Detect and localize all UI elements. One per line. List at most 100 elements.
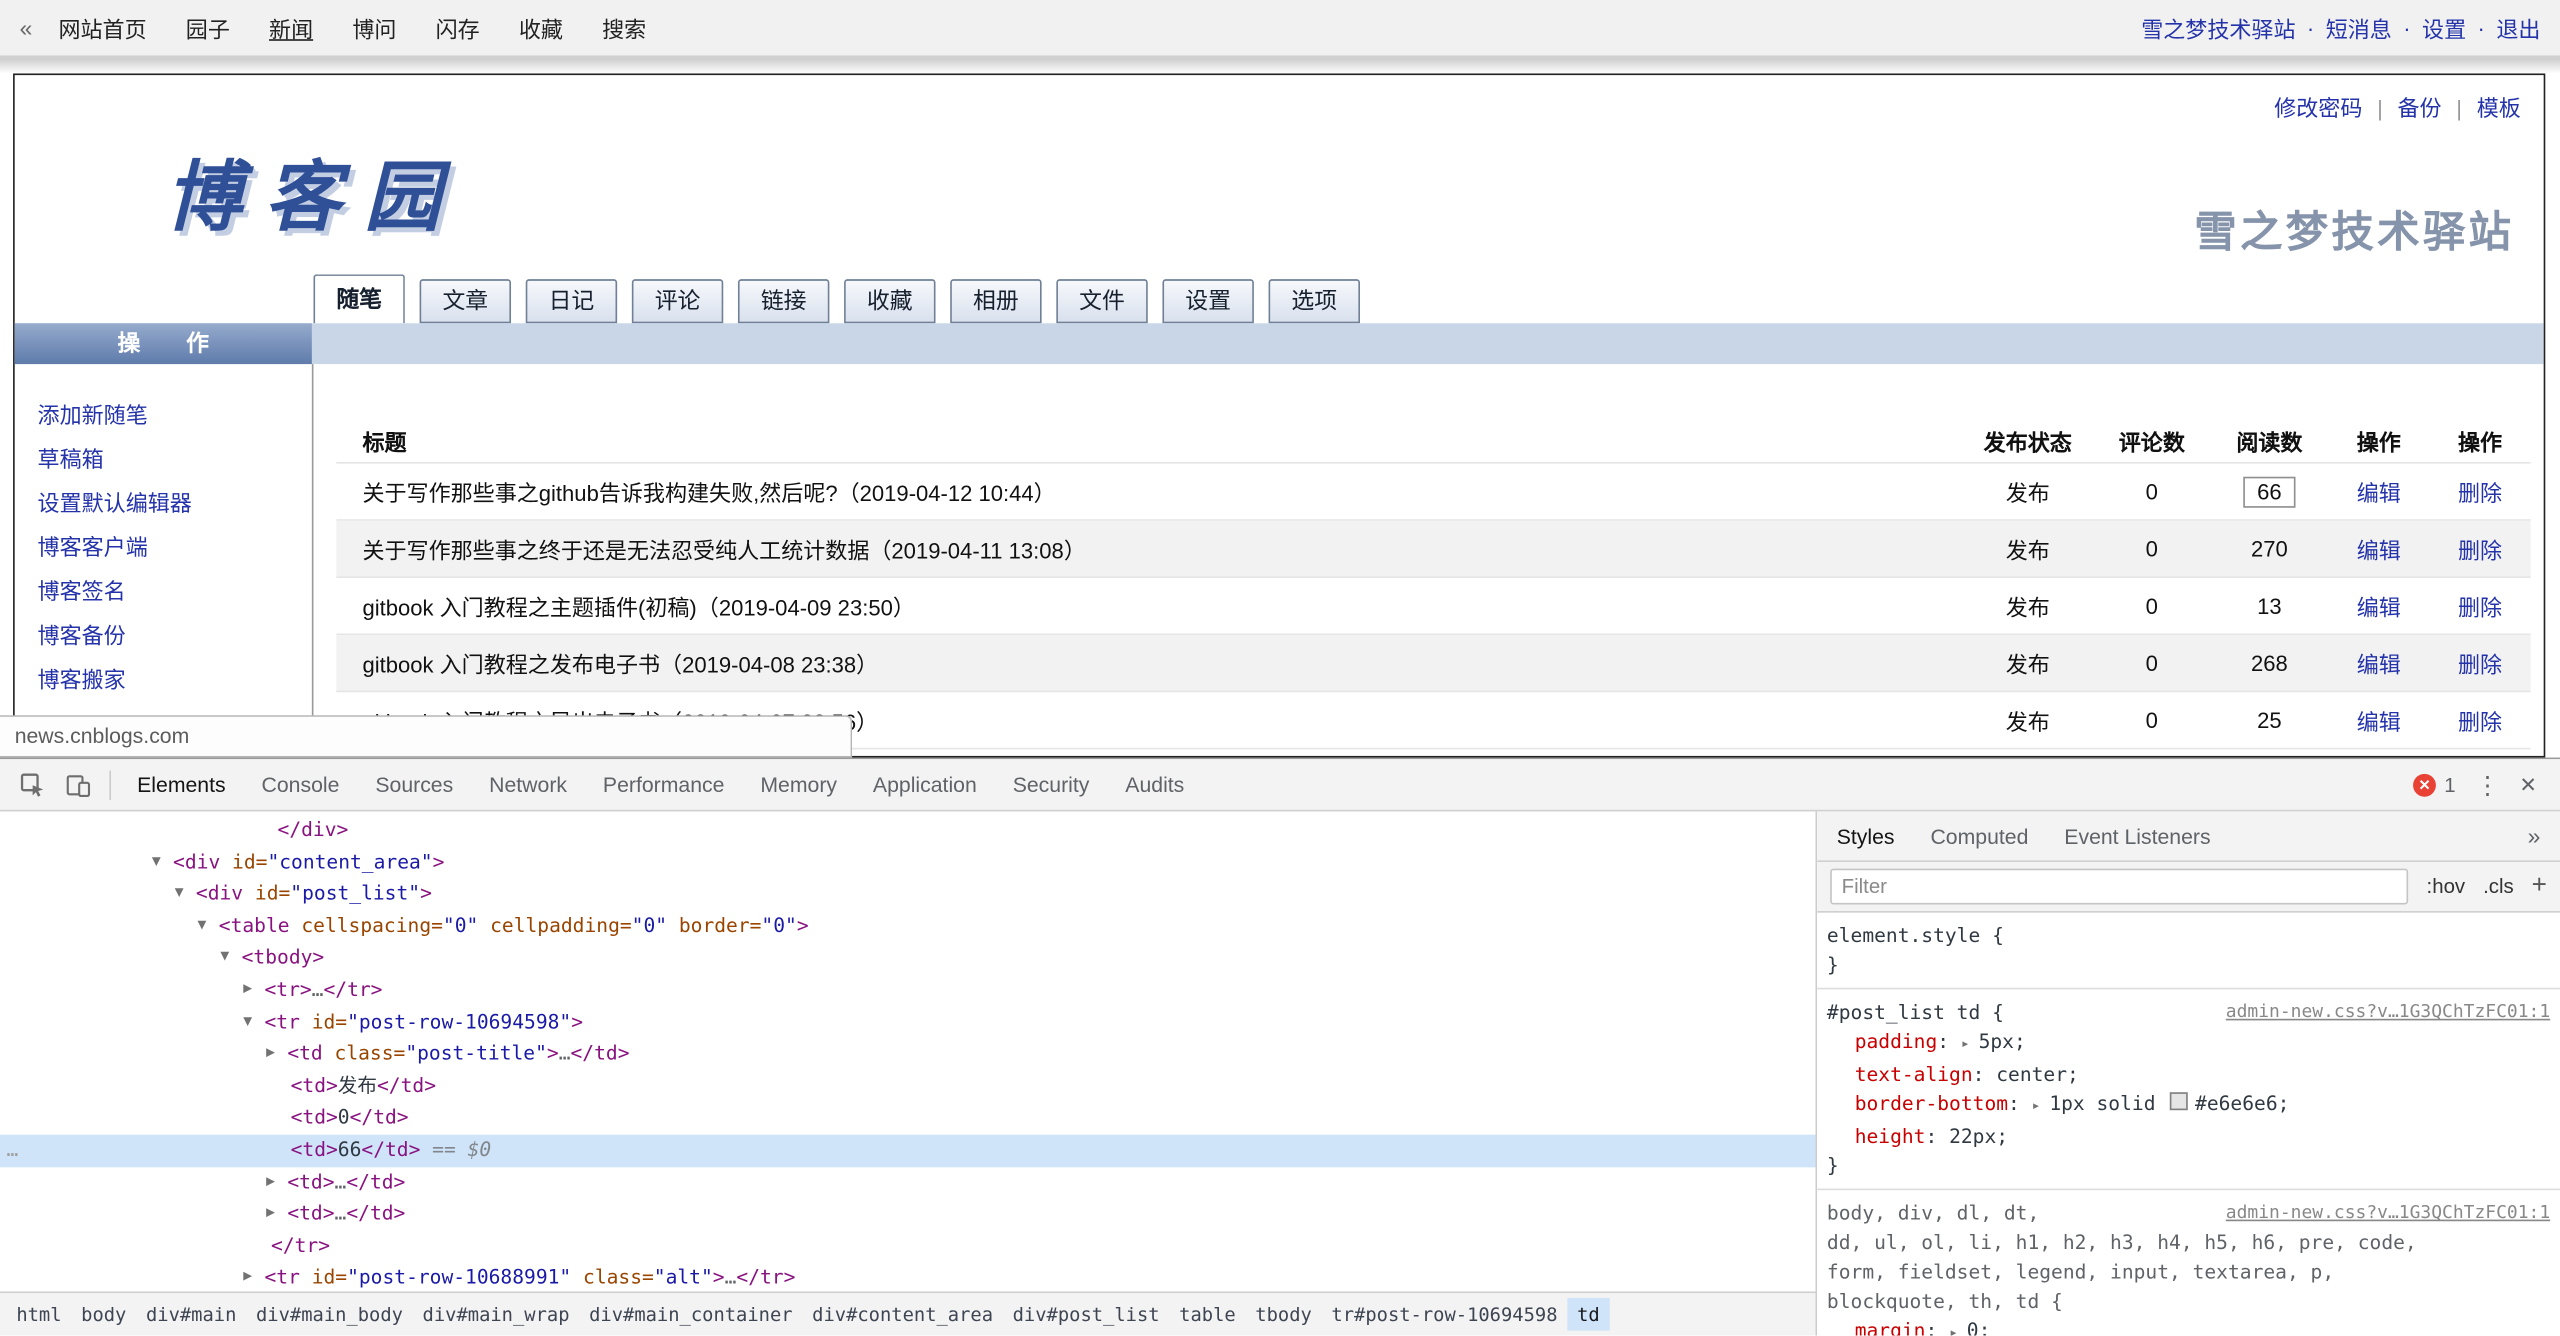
rule-selector[interactable]: #post_list td { bbox=[1827, 1001, 2004, 1024]
edit-link[interactable]: 编辑 bbox=[2357, 539, 2401, 563]
topbar-link[interactable]: 博问 bbox=[352, 11, 396, 44]
dom-tree-node[interactable]: ▶<td class="post-title">…</td> bbox=[0, 1039, 1816, 1071]
topbar-link[interactable]: 搜索 bbox=[602, 11, 646, 44]
delete-link[interactable]: 删除 bbox=[2458, 653, 2502, 677]
sidebar-item[interactable]: 博客备份 bbox=[38, 614, 192, 658]
devtools-tab-network[interactable]: Network bbox=[471, 759, 585, 810]
twisty-expanded-icon[interactable]: ▼ bbox=[175, 879, 184, 911]
stylesheet-link[interactable]: admin-new.css?v…1G3QChTzFC01:1 bbox=[2226, 1198, 2550, 1227]
kebab-menu-icon[interactable]: ⋮ bbox=[2475, 770, 2499, 799]
styles-filter-input[interactable] bbox=[1830, 869, 2408, 905]
sidebar-item[interactable]: 设置默认编辑器 bbox=[38, 482, 192, 526]
dom-tree-node[interactable]: ▶<tr>…</tr> bbox=[0, 975, 1816, 1007]
page-top-link[interactable]: 备份 bbox=[2398, 96, 2442, 120]
topbar-link[interactable]: 闪存 bbox=[436, 11, 480, 44]
delete-link[interactable]: 删除 bbox=[2458, 539, 2502, 563]
page-top-link[interactable]: 修改密码 bbox=[2274, 96, 2362, 120]
devtools-tab-audits[interactable]: Audits bbox=[1107, 759, 1202, 810]
toggle-element-state-button[interactable]: :hov bbox=[2427, 875, 2466, 898]
console-error-badge[interactable]: ✕ 1 bbox=[2413, 773, 2455, 796]
devtools-tab-memory[interactable]: Memory bbox=[742, 759, 855, 810]
twisty-expanded-icon[interactable]: ▼ bbox=[243, 1007, 252, 1039]
dom-tree-node[interactable]: ▼<table cellspacing="0" cellpadding="0" … bbox=[0, 911, 1816, 943]
twisty-expanded-icon[interactable]: ▼ bbox=[152, 847, 161, 879]
styles-tab-event-listeners[interactable]: Event Listeners bbox=[2064, 824, 2210, 848]
tab-相册[interactable]: 相册 bbox=[950, 279, 1041, 323]
delete-link[interactable]: 删除 bbox=[2458, 710, 2502, 734]
element-classes-button[interactable]: .cls bbox=[2483, 875, 2514, 898]
breadcrumb-item[interactable]: div#main bbox=[136, 1298, 246, 1331]
topbar-user-link[interactable]: 雪之梦技术驿站 bbox=[2141, 11, 2295, 44]
devtools-tab-performance[interactable]: Performance bbox=[585, 759, 742, 810]
dom-tree-node[interactable]: <td>发布</td> bbox=[0, 1071, 1816, 1103]
new-style-rule-icon[interactable]: + bbox=[2532, 872, 2547, 901]
breadcrumb-item[interactable]: body bbox=[71, 1298, 136, 1331]
tab-评论[interactable]: 评论 bbox=[632, 279, 723, 323]
tab-设置[interactable]: 设置 bbox=[1162, 279, 1253, 323]
devtools-tab-application[interactable]: Application bbox=[855, 759, 995, 810]
sidebar-item[interactable]: 博客搬家 bbox=[38, 658, 192, 702]
shorthand-expand-icon[interactable]: ▸ bbox=[2032, 1099, 2050, 1115]
styles-tab-computed[interactable]: Computed bbox=[1930, 824, 2028, 848]
sidebar-item[interactable]: 草稿箱 bbox=[38, 438, 192, 482]
dom-tree-node[interactable]: ▶<td>…</td> bbox=[0, 1199, 1816, 1231]
tab-选项[interactable]: 选项 bbox=[1269, 279, 1360, 323]
devtools-tab-elements[interactable]: Elements bbox=[119, 759, 243, 810]
breadcrumb-item[interactable]: div#content_area bbox=[802, 1298, 1002, 1331]
dom-tree-node[interactable]: </tr> bbox=[0, 1231, 1816, 1263]
css-property[interactable]: text-align: center; bbox=[1827, 1060, 2550, 1089]
inspect-element-icon[interactable] bbox=[10, 763, 56, 805]
tab-随笔[interactable]: 随笔 bbox=[313, 274, 404, 323]
close-devtools-icon[interactable]: ✕ bbox=[2519, 771, 2537, 797]
blog-title[interactable]: 雪之梦技术驿站 bbox=[2194, 199, 2514, 259]
breadcrumb-item[interactable]: div#main_wrap bbox=[413, 1298, 580, 1331]
styles-tab-styles[interactable]: Styles bbox=[1837, 824, 1895, 848]
collapse-chevron-icon[interactable]: « bbox=[20, 15, 33, 41]
sidebar-item[interactable]: 博客签名 bbox=[38, 570, 192, 614]
tab-文章[interactable]: 文章 bbox=[420, 279, 511, 323]
devtools-tab-security[interactable]: Security bbox=[995, 759, 1108, 810]
edit-link[interactable]: 编辑 bbox=[2357, 653, 2401, 677]
dom-tree-node[interactable]: ▶<tr id="post-row-10688991" class="alt">… bbox=[0, 1263, 1816, 1292]
css-property[interactable]: border-bottom: ▸ 1px solid #e6e6e6; bbox=[1827, 1089, 2550, 1122]
css-property[interactable]: height: 22px; bbox=[1827, 1122, 2550, 1151]
edit-link[interactable]: 编辑 bbox=[2357, 710, 2401, 734]
dom-tree-node[interactable]: <td>0</td> bbox=[0, 1103, 1816, 1135]
twisty-collapsed-icon[interactable]: ▶ bbox=[243, 1263, 252, 1292]
breadcrumb-item[interactable]: div#post_list bbox=[1003, 1298, 1170, 1331]
css-property[interactable]: padding: ▸ 5px; bbox=[1827, 1027, 2550, 1060]
page-top-link[interactable]: 模板 bbox=[2477, 96, 2521, 120]
delete-link[interactable]: 删除 bbox=[2458, 482, 2502, 506]
topbar-link[interactable]: 网站首页 bbox=[58, 11, 146, 44]
breadcrumb-item[interactable]: tbody bbox=[1246, 1298, 1322, 1331]
edit-link[interactable]: 编辑 bbox=[2357, 596, 2401, 620]
more-tabs-icon[interactable]: » bbox=[2528, 823, 2541, 849]
topbar-link[interactable]: 收藏 bbox=[519, 11, 563, 44]
shorthand-expand-icon[interactable]: ▸ bbox=[1961, 1037, 1979, 1053]
tab-文件[interactable]: 文件 bbox=[1056, 279, 1147, 323]
topbar-link[interactable]: 园子 bbox=[186, 11, 230, 44]
css-property[interactable]: margin: ▸ 0; bbox=[1827, 1316, 2550, 1336]
stylesheet-link[interactable]: admin-new.css?v…1G3QChTzFC01:1 bbox=[2226, 998, 2550, 1027]
breadcrumb-item[interactable]: td bbox=[1567, 1298, 1609, 1331]
shorthand-expand-icon[interactable]: ▸ bbox=[1949, 1326, 1967, 1336]
sidebar-item[interactable]: 添加新随笔 bbox=[38, 393, 192, 437]
edit-link[interactable]: 编辑 bbox=[2357, 482, 2401, 506]
twisty-collapsed-icon[interactable]: ▶ bbox=[266, 1167, 275, 1199]
cnblogs-logo[interactable]: 博客园 bbox=[165, 134, 464, 247]
topbar-user-link[interactable]: 退出 bbox=[2496, 11, 2540, 44]
topbar-user-link[interactable]: 短消息 bbox=[2326, 11, 2392, 44]
delete-link[interactable]: 删除 bbox=[2458, 596, 2502, 620]
dom-tree-node[interactable]: ▶<td>…</td> bbox=[0, 1167, 1816, 1199]
breadcrumb-item[interactable]: tr#post-row-10694598 bbox=[1322, 1298, 1568, 1331]
tab-链接[interactable]: 链接 bbox=[738, 279, 829, 323]
devtools-tab-sources[interactable]: Sources bbox=[357, 759, 471, 810]
twisty-collapsed-icon[interactable]: ▶ bbox=[266, 1199, 275, 1231]
twisty-expanded-icon[interactable]: ▼ bbox=[198, 911, 207, 943]
dom-tree-node[interactable]: ▼<div id="content_area"> bbox=[0, 847, 1816, 879]
twisty-expanded-icon[interactable]: ▼ bbox=[220, 943, 229, 975]
breadcrumb-item[interactable]: html bbox=[7, 1298, 72, 1331]
topbar-link[interactable]: 新闻 bbox=[269, 11, 313, 44]
dom-tree-node[interactable]: …<td>66</td> == $0 bbox=[0, 1135, 1816, 1167]
dom-tree-node[interactable]: ▼<tr id="post-row-10694598"> bbox=[0, 1007, 1816, 1039]
